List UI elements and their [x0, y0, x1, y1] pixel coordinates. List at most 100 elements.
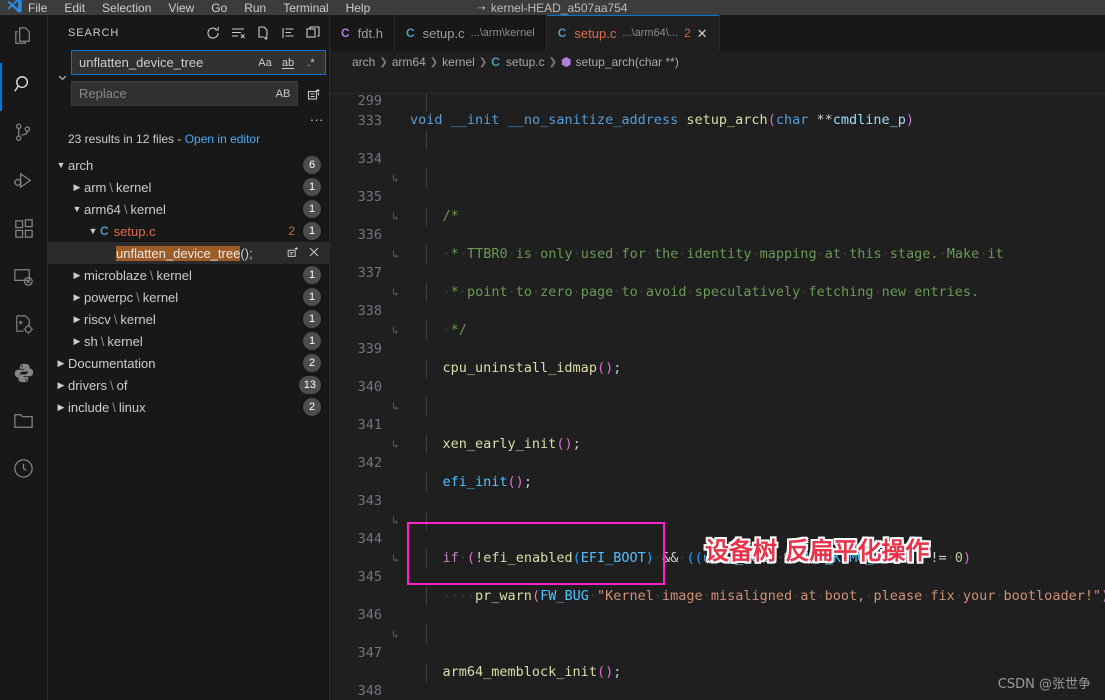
vscode-logo-icon: [0, 0, 28, 15]
code-line[interactable]: 344 ↳ ····pr_warn(FW_BUG·"Kernel·image·m…: [330, 511, 1105, 604]
annotation-text: 设备树 反扁平化操作: [705, 537, 930, 565]
breadcrumb-item-setup-arch[interactable]: setup_arch(char **): [575, 55, 678, 69]
chevron-right-icon[interactable]: ▶: [54, 358, 68, 369]
breadcrumb-item-kernel[interactable]: kernel: [442, 55, 475, 69]
match-whole-word-button[interactable]: ab: [278, 53, 298, 73]
code-line[interactable]: 339: [330, 321, 1105, 357]
tree-row-include-linux[interactable]: ▶ include \ linux 2: [48, 396, 329, 418]
editor-tabs[interactable]: C fdt.h C setup.c ...\arm\kernel C setup…: [330, 15, 1105, 51]
clear-all-icon[interactable]: [230, 25, 246, 41]
result-count-badge: 6: [303, 156, 321, 174]
code-line[interactable]: 337 ↳ ·*/: [330, 245, 1105, 338]
activity-item-history[interactable]: [0, 447, 48, 495]
line-number: 346: [357, 607, 382, 623]
editor-vertical-scrollbar[interactable]: [1091, 131, 1105, 700]
close-icon[interactable]: [307, 245, 321, 262]
chevron-right-icon[interactable]: ▶: [54, 380, 68, 391]
open-in-editor-link[interactable]: Open in editor: [185, 132, 260, 146]
activity-item-remote-explorer[interactable]: [0, 255, 48, 303]
replace-icon[interactable]: [286, 245, 300, 262]
chevron-right-icon[interactable]: ▶: [70, 336, 84, 347]
menu-bar[interactable]: File Edit Selection View Go Run Terminal…: [28, 0, 370, 15]
chevron-down-icon[interactable]: ▼: [54, 160, 68, 170]
replace-input[interactable]: [79, 86, 273, 101]
code-line[interactable]: 348 ↳ paging_init();: [330, 663, 1105, 699]
code-line[interactable]: 334 ↳ /*: [330, 131, 1105, 224]
line-number: 344: [357, 531, 382, 547]
code-line[interactable]: 343 ↳ if·(!efi_enabled(EFI_BOOT)·&&·((u6…: [330, 473, 1105, 566]
menu-go[interactable]: Go: [211, 2, 227, 15]
tree-row-powerpc-kernel[interactable]: ▶ powerpc \ kernel 1: [48, 286, 329, 308]
toggle-replace-button[interactable]: [54, 50, 71, 126]
menu-edit[interactable]: Edit: [64, 2, 85, 15]
menu-terminal[interactable]: Terminal: [283, 2, 328, 15]
tree-row-documentation[interactable]: ▶ Documentation 2: [48, 352, 329, 374]
tab-setup-c-arm[interactable]: C setup.c ...\arm\kernel: [394, 15, 547, 51]
tab-filepath: ...\arm64\...: [622, 27, 678, 39]
collapse-all-icon[interactable]: [280, 25, 296, 41]
activity-item-cpp-tools[interactable]: [0, 303, 48, 351]
breadcrumb-item-setup-c[interactable]: setup.c: [506, 55, 545, 69]
activity-item-extensions[interactable]: [0, 207, 48, 255]
replace-input-box[interactable]: AB: [71, 81, 298, 106]
tree-row-arm-kernel[interactable]: ▶ arm \ kernel 1: [48, 176, 329, 198]
chevron-down-icon[interactable]: ▼: [70, 204, 84, 214]
activity-item-search[interactable]: [0, 63, 48, 111]
tab-setup-c-arm64[interactable]: C setup.c ...\arm64\... 2 ✕: [546, 15, 720, 51]
new-search-editor-icon[interactable]: [255, 25, 271, 41]
tree-row-riscv-kernel[interactable]: ▶ riscv \ kernel 1: [48, 308, 329, 330]
activity-item-explorer[interactable]: [0, 15, 48, 63]
match-case-button[interactable]: Aa: [255, 53, 275, 73]
code-line[interactable]: 338 ↳ cpu_uninstall_idmap();: [330, 283, 1105, 376]
sticky-scroll-line[interactable]: 299 void __init __no_sanitize_address se…: [330, 73, 1105, 128]
menu-file[interactable]: File: [28, 2, 47, 15]
chevron-right-icon[interactable]: ▶: [70, 314, 84, 325]
tree-row-microblaze-kernel[interactable]: ▶ microblaze \ kernel 1: [48, 264, 329, 286]
breadcrumb[interactable]: arch ❯ arm64 ❯ kernel ❯ C setup.c ❯ ⬢ se…: [330, 51, 1105, 73]
line-number: 338: [357, 303, 382, 319]
search-input-box[interactable]: Aa ab .*: [71, 50, 326, 75]
chevron-right-icon[interactable]: ▶: [54, 402, 68, 413]
tree-row-arch[interactable]: ▼ arch 6: [48, 154, 329, 176]
menu-help[interactable]: Help: [346, 2, 371, 15]
toggle-search-details[interactable]: ...: [71, 110, 326, 126]
use-regex-button[interactable]: .*: [301, 53, 321, 73]
preserve-case-button[interactable]: AB: [273, 84, 293, 104]
code-line[interactable]: 341 ↳ efi_init();: [330, 397, 1105, 490]
activity-item-source-control[interactable]: [0, 111, 48, 159]
tree-row-arm64-kernel[interactable]: ▼ arm64 \ kernel 1: [48, 198, 329, 220]
search-input[interactable]: [79, 55, 255, 70]
tree-row-match[interactable]: ▶ unflatten_device_tree();: [48, 242, 329, 264]
refresh-icon[interactable]: [205, 25, 221, 41]
menu-selection[interactable]: Selection: [102, 2, 151, 15]
activity-bar[interactable]: [0, 15, 48, 700]
code-line[interactable]: 336 ↳ ·*·point·to·zero·page·to·avoid·spe…: [330, 207, 1105, 300]
tab-fdt-h[interactable]: C fdt.h: [330, 15, 395, 51]
code-line[interactable]: 346 ↳ arm64_memblock_init();: [330, 587, 1105, 680]
breadcrumb-item-arm64[interactable]: arm64: [392, 55, 426, 69]
code-line[interactable]: 347: [330, 625, 1105, 661]
search-results-tree[interactable]: ▼ arch 6 ▶ arm \ kernel 1 ▼ arm64 \ kern…: [48, 154, 329, 418]
activity-item-run-and-debug[interactable]: [0, 159, 48, 207]
chevron-down-icon[interactable]: ▼: [86, 226, 100, 236]
menu-view[interactable]: View: [168, 2, 194, 15]
code-line[interactable]: 335 ↳ ·*·TTBR0·is·only·used·for·the·iden…: [330, 169, 1105, 262]
activity-item-python[interactable]: [0, 351, 48, 399]
menu-run[interactable]: Run: [244, 2, 266, 15]
code-line[interactable]: 340 ↳ xen_early_init();: [330, 359, 1105, 452]
result-count-badge: 1: [303, 266, 321, 284]
code-line[interactable]: 342: [330, 435, 1105, 471]
breadcrumb-item-arch[interactable]: arch: [352, 55, 375, 69]
tree-row-setup-c[interactable]: ▼ C setup.c 2 1: [48, 220, 329, 242]
chevron-right-icon[interactable]: ▶: [70, 292, 84, 303]
chevron-right-icon[interactable]: ▶: [70, 182, 84, 193]
close-icon[interactable]: ✕: [697, 27, 708, 40]
code-line[interactable]: 333: [330, 93, 1105, 129]
activity-item-folder-view[interactable]: [0, 399, 48, 447]
tree-row-drivers-of[interactable]: ▶ drivers \ of 13: [48, 374, 329, 396]
code-editor[interactable]: 299 void __init __no_sanitize_address se…: [330, 73, 1105, 700]
tree-row-sh-kernel[interactable]: ▶ sh \ kernel 1: [48, 330, 329, 352]
replace-all-icon[interactable]: [302, 82, 326, 106]
view-as-tree-icon[interactable]: [305, 25, 321, 41]
chevron-right-icon[interactable]: ▶: [70, 270, 84, 281]
